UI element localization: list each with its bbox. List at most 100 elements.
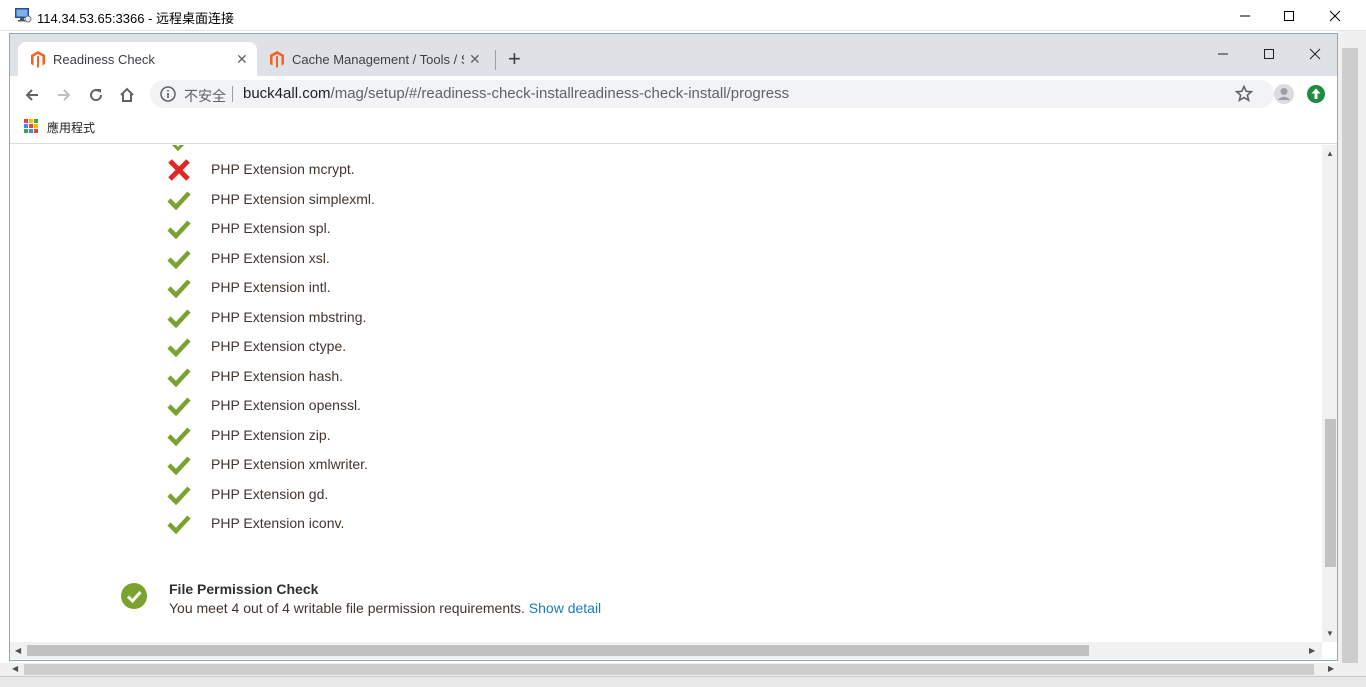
extension-label: PHP Extension iconv. xyxy=(211,515,345,531)
file-permission-title: File Permission Check xyxy=(169,581,319,597)
tab-strip: Readiness Check ✕ Cache Management / Too… xyxy=(10,34,1337,76)
page-vertical-scroll-thumb[interactable] xyxy=(1325,419,1336,567)
maximize-icon xyxy=(1284,10,1294,21)
scroll-right-icon[interactable]: ▶ xyxy=(1309,646,1315,655)
maximize-button[interactable] xyxy=(1266,0,1312,31)
scroll-down-icon[interactable]: ▼ xyxy=(1326,629,1334,638)
minimize-icon xyxy=(1240,15,1250,16)
extension-check-row: PHP Extension hash. xyxy=(165,362,765,392)
tab-divider xyxy=(495,50,496,70)
home-button[interactable] xyxy=(116,84,138,106)
window-title: 114.34.53.65:3366 - 远程桌面连接 xyxy=(37,11,235,26)
check-icon xyxy=(167,485,191,505)
check-icon xyxy=(167,279,191,299)
scroll-right-icon[interactable]: ▶ xyxy=(1328,664,1334,673)
forward-button[interactable] xyxy=(53,84,75,106)
extension-check-row: PHP Extension openssl. xyxy=(165,391,765,421)
error-x-icon xyxy=(168,159,190,181)
address-divider xyxy=(232,86,233,102)
reload-button[interactable] xyxy=(85,84,107,106)
check-icon xyxy=(167,338,191,358)
check-icon xyxy=(167,426,191,446)
extension-label: PHP Extension openssl. xyxy=(211,397,361,413)
check-icon xyxy=(167,367,191,387)
check-icon xyxy=(167,515,191,535)
bookmarks-bar: 應用程式 xyxy=(10,112,1337,144)
browser-window: Readiness Check ✕ Cache Management / Too… xyxy=(9,33,1338,661)
minimize-button[interactable] xyxy=(1222,0,1268,31)
browser-minimize-button[interactable] xyxy=(1200,40,1246,68)
tab-label: Readiness Check xyxy=(53,52,155,67)
close-icon xyxy=(1329,10,1341,21)
remote-desktop-icon xyxy=(15,8,32,23)
close-icon xyxy=(1309,48,1321,60)
check-icon-partial xyxy=(171,145,185,151)
apps-grid-icon[interactable] xyxy=(24,119,38,133)
info-icon[interactable] xyxy=(160,86,176,102)
extension-label: PHP Extension xsl. xyxy=(211,249,330,266)
update-available-icon[interactable] xyxy=(1306,84,1326,104)
tab-close-icon[interactable]: ✕ xyxy=(469,51,481,68)
apps-shortcut[interactable]: 應用程式 xyxy=(47,119,95,136)
new-tab-icon[interactable]: + xyxy=(508,48,521,70)
extension-check-row: PHP Extension mcrypt. xyxy=(165,155,765,185)
extension-label: PHP Extension intl. xyxy=(211,279,331,295)
close-button[interactable] xyxy=(1312,0,1358,31)
rdp-titlebar: 114.34.53.65:3366 - 远程桌面连接 xyxy=(0,0,1366,31)
check-icon xyxy=(167,308,191,328)
extension-check-row: PHP Extension xsl. xyxy=(165,244,765,274)
extension-label: PHP Extension zip. xyxy=(211,426,331,443)
show-detail-link[interactable]: Show detail xyxy=(529,600,601,616)
extension-check-row: PHP Extension intl. xyxy=(165,273,765,303)
address-bar[interactable]: 不安全 buck4all.com/mag/setup/#/readiness-c… xyxy=(150,80,1274,108)
extension-label: PHP Extension hash. xyxy=(211,367,344,384)
extension-check-row: PHP Extension gd. xyxy=(165,480,765,510)
remote-vertical-scroll-thumb[interactable] xyxy=(1342,48,1358,682)
extension-label: PHP Extension ctype. xyxy=(211,338,347,354)
extension-check-row: PHP Extension iconv. xyxy=(165,509,765,539)
remote-taskbar xyxy=(0,676,1366,687)
bookmark-star-icon[interactable] xyxy=(1234,84,1254,104)
page-horizontal-scrollbar[interactable]: ◀ ▶ xyxy=(10,642,1322,659)
extension-check-row: PHP Extension xmlwriter. xyxy=(165,450,765,480)
magento-logo-icon xyxy=(31,51,45,68)
home-icon xyxy=(120,87,134,102)
scroll-left-icon[interactable]: ◀ xyxy=(15,646,21,655)
profile-avatar-icon[interactable] xyxy=(1273,83,1295,105)
extension-label: PHP Extension gd. xyxy=(211,485,329,502)
browser-close-button[interactable] xyxy=(1292,40,1337,68)
scroll-left-icon[interactable]: ◀ xyxy=(12,664,18,673)
maximize-icon xyxy=(1264,49,1274,59)
browser-maximize-button[interactable] xyxy=(1246,40,1292,68)
extension-label: PHP Extension simplexml. xyxy=(211,190,375,207)
scroll-up-icon[interactable]: ▲ xyxy=(1326,149,1334,158)
extension-check-row: PHP Extension simplexml. xyxy=(165,185,765,215)
file-permission-status-icon xyxy=(121,583,147,609)
extension-check-row: PHP Extension ctype. xyxy=(165,332,765,362)
back-button[interactable] xyxy=(21,84,43,106)
tab-close-icon[interactable]: ✕ xyxy=(236,51,248,68)
tab-cache-management[interactable]: Cache Management / Tools / S ✕ xyxy=(257,42,490,76)
url-path: /mag/setup/#/readiness-check-installread… xyxy=(330,85,790,102)
check-icon xyxy=(167,190,191,210)
file-permission-text: You meet 4 out of 4 writable file permis… xyxy=(169,600,525,616)
check-icon xyxy=(167,456,191,476)
reload-icon xyxy=(90,89,103,102)
check-icon xyxy=(167,397,191,417)
tab-label: Cache Management / Tools / S xyxy=(292,52,464,67)
page-viewport: PHP Extension mcrypt. PHP Extension simpl… xyxy=(10,145,1322,642)
remote-horizontal-scroll-thumb[interactable] xyxy=(24,664,1314,675)
security-status: 不安全 xyxy=(184,88,226,104)
extension-label: PHP Extension xmlwriter. xyxy=(211,456,368,472)
check-icon xyxy=(126,591,142,604)
minimize-icon xyxy=(1218,53,1228,55)
browser-toolbar: 不安全 buck4all.com/mag/setup/#/readiness-c… xyxy=(10,76,1337,112)
forward-arrow-icon xyxy=(58,89,71,101)
tab-readiness-check[interactable]: Readiness Check ✕ xyxy=(18,42,257,76)
check-icon xyxy=(167,220,191,240)
page-vertical-scrollbar[interactable]: ▲ ▼ xyxy=(1322,145,1337,642)
extension-label: PHP Extension mbstring. xyxy=(211,308,367,325)
back-arrow-icon xyxy=(25,89,38,101)
page-horizontal-scroll-thumb[interactable] xyxy=(27,645,1089,656)
file-permission-description: You meet 4 out of 4 writable file permis… xyxy=(169,600,601,616)
